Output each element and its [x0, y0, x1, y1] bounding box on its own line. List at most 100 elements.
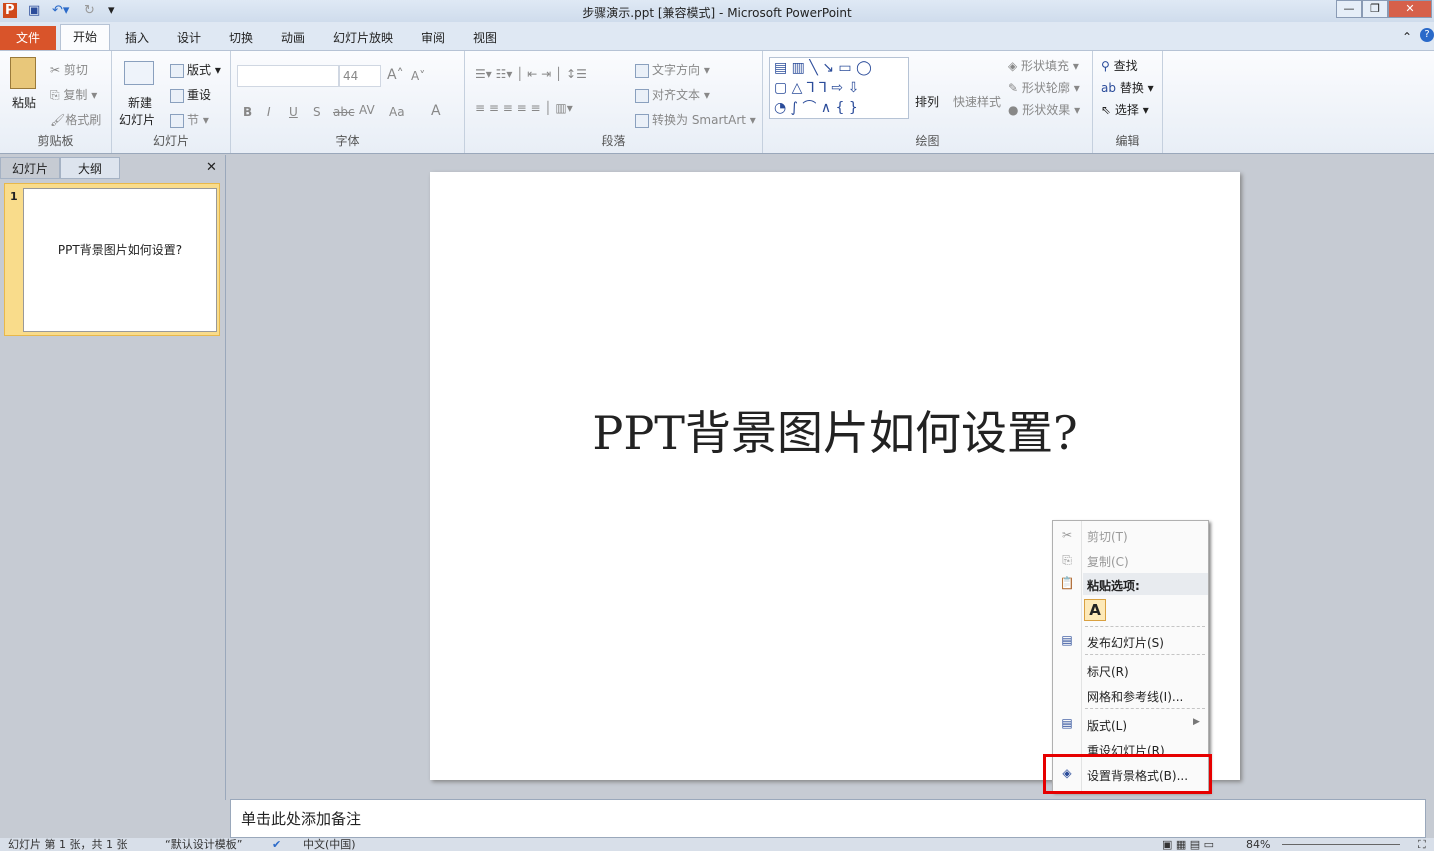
reset-button[interactable]: 重设 [170, 86, 211, 103]
quick-styles-button[interactable]: 快速样式 [953, 93, 1001, 110]
cut-label: 剪切 [64, 63, 88, 77]
select-button[interactable]: ⇖ 选择 ▾ [1101, 101, 1149, 118]
context-menu: ✂ 剪切(T) ⎘ 复制(C) 📋 粘贴选项: A ▤ 发布幻灯片(S) 标尺(… [1052, 520, 1209, 792]
menu-publish-slides[interactable]: 发布幻灯片(S) [1087, 634, 1164, 651]
font-group: 44 A˄ A˅ B I U S abc AV Aa A 字体 [231, 51, 465, 153]
slides-group: 新建 幻灯片 版式 ▾ 重设 节 ▾ 幻灯片 [112, 51, 231, 153]
bold-button[interactable]: B [243, 105, 252, 119]
fit-window-icon[interactable]: ⛶ [1418, 838, 1426, 851]
new-slide-button[interactable]: 新建 [128, 94, 152, 111]
font-name-input[interactable] [237, 65, 339, 87]
font-color-button[interactable]: A [431, 103, 441, 119]
title-bar: P ▣ ↶▾ ↻ ▾ 步骤演示.ppt [兼容模式] - Microsoft P… [0, 0, 1434, 22]
tab-outline[interactable]: 大纲 [60, 157, 120, 179]
shape-outline-label: 形状轮廓 [1022, 81, 1070, 95]
smartart-label: 转换为 SmartArt [652, 113, 746, 127]
tab-slideshow[interactable]: 幻灯片放映 [323, 28, 403, 48]
menu-layout[interactable]: 版式(L) [1087, 717, 1127, 734]
submenu-arrow-icon: ▶ [1193, 717, 1200, 727]
editing-label: 编辑 [1093, 132, 1162, 149]
slide-title[interactable]: PPT背景图片如何设置? [430, 397, 1240, 463]
tab-review[interactable]: 审阅 [411, 28, 455, 48]
change-case-button[interactable]: Aa [389, 105, 405, 119]
grow-font-button[interactable]: A˄ [387, 67, 404, 83]
text-direction-icon [635, 64, 649, 78]
shape-fill-button[interactable]: ◈ 形状填充 ▾ [1008, 57, 1079, 74]
format-painter-button[interactable]: 🖌格式刷 [50, 111, 101, 128]
copy-icon: ⎘ [1059, 553, 1075, 567]
cursor-icon: ⇖ [1101, 103, 1111, 117]
text-direction-button[interactable]: 文字方向 ▾ [635, 61, 710, 78]
menu-ruler[interactable]: 标尺(R) [1087, 663, 1129, 680]
layout-button[interactable]: 版式 ▾ [170, 61, 221, 78]
minimize-button[interactable]: — [1336, 0, 1362, 18]
tab-slides[interactable]: 幻灯片 [0, 157, 60, 179]
smartart-button[interactable]: 转换为 SmartArt ▾ [635, 111, 756, 128]
tab-view[interactable]: 视图 [463, 28, 507, 48]
tab-home[interactable]: 开始 [60, 24, 110, 51]
tab-insert[interactable]: 插入 [115, 28, 159, 48]
maximize-button[interactable]: ❐ [1362, 0, 1388, 18]
clipboard-label: 剪贴板 [0, 132, 111, 149]
drawing-label: 绘图 [763, 132, 1092, 149]
paste-button[interactable]: 粘贴 [12, 94, 36, 111]
font-size-input[interactable]: 44 [339, 65, 381, 87]
paste-icon: 📋 [1059, 576, 1075, 590]
minimize-ribbon-icon[interactable]: ⌃ [1402, 30, 1412, 44]
zoom-level[interactable]: 84% [1246, 838, 1270, 851]
tab-animations[interactable]: 动画 [271, 28, 315, 48]
align-icons[interactable]: ≡ ≡ ≡ ≡ ≡ │ ▥▾ [475, 101, 573, 115]
slide-info: 幻灯片 第 1 张，共 1 张 [8, 838, 127, 851]
cut-button[interactable]: ✂ 剪切 [50, 61, 88, 78]
menu-gutter [1081, 521, 1082, 791]
window-title: 步骤演示.ppt [兼容模式] - Microsoft PowerPoint [0, 4, 1434, 21]
theme-name[interactable]: “默认设计模板” [165, 838, 242, 851]
shrink-font-button[interactable]: A˅ [411, 69, 425, 83]
slides-label: 幻灯片 [112, 132, 230, 149]
thumbnail-canvas: PPT背景图片如何设置? [23, 188, 217, 332]
layout-icon: ▤ [1059, 716, 1075, 730]
section-button[interactable]: 节 ▾ [170, 111, 209, 128]
close-button[interactable]: ✕ [1388, 0, 1432, 18]
find-button[interactable]: ⚲ 查找 [1101, 57, 1138, 74]
paragraph-label: 段落 [465, 132, 762, 149]
menu-copy[interactable]: 复制(C) [1087, 553, 1129, 570]
menu-grid-guides[interactable]: 网格和参考线(I)... [1087, 688, 1183, 705]
spellcheck-icon[interactable]: ✔ [272, 838, 281, 851]
reset-label: 重设 [187, 88, 211, 102]
zoom-slider[interactable] [1282, 844, 1400, 845]
paste-keep-text-button[interactable]: A [1084, 599, 1106, 621]
help-icon[interactable]: ? [1420, 28, 1434, 42]
arrange-button[interactable]: 排列 [915, 93, 939, 110]
align-text-icon [635, 89, 649, 103]
tab-transitions[interactable]: 切换 [219, 28, 263, 48]
menu-separator [1085, 626, 1205, 627]
shadow-button[interactable]: S [313, 105, 321, 119]
shapes-gallery[interactable]: ▤ ▥ ╲ ↘ ▭ ◯▢ △ ⅂ ⅂ ⇨ ⇩◔ ∫ ⌒ ∧ { } [769, 57, 909, 119]
strikethrough-button[interactable]: abc [333, 105, 355, 119]
paste-icon [10, 57, 36, 89]
menu-paste-options: 粘贴选项: [1087, 577, 1140, 594]
close-pane-button[interactable]: ✕ [206, 160, 217, 175]
slide-thumbnail[interactable]: 1 PPT背景图片如何设置? [4, 183, 220, 336]
shape-outline-button[interactable]: ✎ 形状轮廓 ▾ [1008, 79, 1080, 96]
copy-button[interactable]: ⎘ 复制 ▾ [50, 86, 97, 103]
menu-cut[interactable]: 剪切(T) [1087, 528, 1128, 545]
underline-button[interactable]: U [289, 105, 298, 119]
notes-input[interactable]: 单击此处添加备注 [230, 799, 1426, 838]
align-text-label: 对齐文本 [652, 88, 700, 102]
replace-button[interactable]: ab 替换 ▾ [1101, 79, 1154, 96]
char-spacing-button[interactable]: AV [359, 103, 375, 117]
shape-effects-button[interactable]: ● 形状效果 ▾ [1008, 101, 1080, 118]
replace-icon: ab [1101, 81, 1116, 95]
new-slide-dropdown[interactable]: 幻灯片 [119, 111, 155, 128]
new-slide-icon [124, 61, 154, 85]
thumbnail-title: PPT背景图片如何设置? [24, 241, 216, 258]
view-buttons[interactable]: ▣ ▦ ▤ ▭ [1162, 838, 1214, 851]
align-text-button[interactable]: 对齐文本 ▾ [635, 86, 710, 103]
italic-button[interactable]: I [267, 105, 271, 119]
bullets-icon[interactable]: ☰▾ ☷▾ │ ⇤ ⇥ │ ↕☰ [475, 67, 587, 81]
language[interactable]: 中文(中国) [303, 838, 356, 851]
tab-design[interactable]: 设计 [167, 28, 211, 48]
tab-file[interactable]: 文件 [0, 26, 56, 50]
